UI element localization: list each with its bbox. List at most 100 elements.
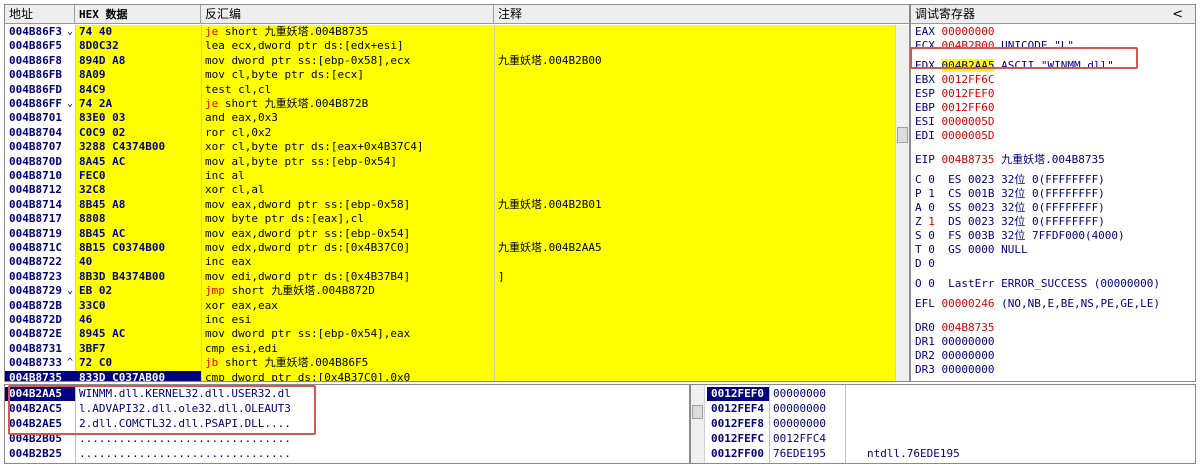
stack-pane[interactable]: 0012FEF0 00000000 0012FEF4 00000000 0012FEF8… [690,384,1196,464]
instruction-address: 004B86F8 [9,53,62,67]
column-header-disassembly[interactable]: 反汇编 [201,5,494,24]
dump-row[interactable]: 004B2AE5 2.dll.COMCTL32.dll.PSAPI.DLL.... [5,417,689,431]
dump-address: 004B2AA5 [9,387,62,400]
disasm-row[interactable]: 004B86F5 8D0C32 lea ecx,dword ptr ds:[edx+… [5,39,897,53]
disasm-row[interactable]: 004B872B 33C0 xor eax,eax [5,299,897,313]
register-line[interactable]: DR1 00000000 [915,335,994,349]
register-line[interactable]: Z 1 DS 0023 32位 0(FFFFFFFF) [915,215,1105,229]
register-value[interactable]: 0000005D [942,129,995,142]
instruction-bytes: 3BF7 [79,341,106,355]
instruction-bytes: FEC0 [79,169,106,182]
register-line[interactable]: D 0 [915,257,935,271]
disassembly-pane[interactable]: 地址 HEX 数据 反汇编 注释 004B86F3 ⌄ 74 40 je short … [4,4,910,382]
stack-row[interactable]: 0012FF00 76EDE195 ntdll.76EDE195 [707,447,1195,461]
register-name: C 0 ES 0023 32位 0(FFFFFFFF) [915,173,1105,186]
register-line[interactable]: EDX 004B2AA5 ASCII "WINMM.dll" [915,59,1114,73]
register-value[interactable]: 004B8735 [942,321,995,334]
register-line[interactable]: EIP 004B8735 九重妖塔.004B8735 [915,153,1105,167]
stack-row[interactable]: 0012FEF0 00000000 [707,387,1195,402]
register-line[interactable]: S 0 FS 003B 32位 7FFDF000(4000) [915,229,1125,243]
instruction-comment: 九重妖塔.004B2B00 [498,53,602,67]
register-line[interactable]: ESI 0000005D [915,115,994,129]
disasm-row[interactable]: 004B872E 8945 AC mov dword ptr ss:[ebp-0x5… [5,327,897,341]
disasm-row[interactable]: 004B8733 ^ 72 C0 jb short 九重妖塔.004B86F5 [5,356,897,370]
stack-value: 00000000 [773,417,826,430]
instruction-bytes: 8B15 C0374B00 [79,241,166,254]
stack-scrollbar[interactable] [691,385,705,463]
register-value[interactable]: 0012FF6C [942,73,995,86]
register-line[interactable]: DR0 004B8735 [915,321,994,335]
disasm-row[interactable]: 004B8704 C0C9 02 ror cl,0x2 [5,126,897,140]
register-value[interactable]: 00000246 [942,297,995,310]
disasm-row[interactable]: 004B8722 40 inc eax [5,255,897,269]
registers-pane[interactable]: 调试寄存器 < EAX 00000000 ECX 004B2B00 UNICODE… [910,4,1196,382]
stack-row[interactable]: 0012FEF8 00000000 [707,417,1195,431]
register-line[interactable]: DR2 00000000 [915,349,994,363]
register-value[interactable]: 004B2AA5 [941,59,995,72]
disasm-row[interactable]: 004B86F8 894D A8 mov dword ptr ss:[ebp-0x5… [5,54,897,68]
column-header-comment[interactable]: 注释 [494,5,909,24]
instruction-text: mov al,byte ptr ss:[ebp-0x54] [205,155,397,169]
stack-row[interactable]: 0012FEF4 00000000 [707,402,1195,416]
register-value[interactable]: 0012FEF0 [942,87,995,100]
disasm-row[interactable]: 004B8707 3288 C4374B00 xor cl,byte ptr ds:… [5,140,897,154]
register-line[interactable]: DR3 00000000 [915,363,994,377]
register-line[interactable]: EBX 0012FF6C [915,73,994,87]
disasm-row[interactable]: 004B8735 833D C037AB00 cmp dword ptr ds:[0… [5,370,897,381]
register-line[interactable]: O 0 LastErr ERROR_SUCCESS (00000000) [915,277,1160,291]
register-line[interactable]: EBP 0012FF60 [915,101,994,115]
branch-mnemonic: je [205,25,219,38]
disasm-row[interactable]: 004B8719 8B45 AC mov eax,dword ptr ss:[ebp… [5,227,897,241]
disasm-row[interactable]: 004B8731 3BF7 cmp esi,edi [5,342,897,356]
instruction-bytes: 8808 [79,212,106,226]
column-header-address[interactable]: 地址 [5,5,75,24]
disassembly-scrollbar[interactable] [895,25,909,381]
disasm-row[interactable]: 004B872D 46 inc esi [5,313,897,327]
disasm-row[interactable]: 004B8729 ⌄ EB 02 jmp short 九重妖塔.004B872D [5,284,897,298]
register-line[interactable]: EAX 00000000 [915,25,994,39]
register-line[interactable]: P 1 CS 001B 32位 0(FFFFFFFF) [915,187,1105,201]
register-name: EFL [915,297,942,310]
register-line[interactable]: ESP 0012FEF0 [915,87,994,101]
disasm-row[interactable]: 004B8701 83E0 03 and eax,0x3 [5,111,897,125]
stack-row[interactable]: 0012FEFC 0012FFC4 [707,432,1195,446]
register-line[interactable]: A 0 SS 0023 32位 0(FFFFFFFF) [915,201,1105,215]
column-header-hex[interactable]: HEX 数据 [75,5,201,24]
register-value[interactable]: 00000000 [942,25,995,38]
dump-row[interactable]: 004B2AA5 WINMM.dll.KERNEL32.dll.USER32.dl [5,387,689,402]
disasm-row[interactable]: 004B86FB 8A09 mov cl,byte ptr ds:[ecx] [5,68,897,82]
dump-row[interactable]: 004B2B25................................ [5,447,689,461]
disasm-row[interactable]: 004B8717 8808 mov byte ptr ds:[eax],cl [5,212,897,226]
disasm-row[interactable]: 004B8714 8B45 A8 mov eax,dword ptr ss:[ebp… [5,198,897,212]
collapse-chevron-icon[interactable]: < [1172,5,1183,24]
register-line[interactable]: EDI 0000005D [915,129,994,143]
disasm-row[interactable]: 004B8710 FEC0 inc al [5,169,897,183]
register-line[interactable]: ECX 004B2B00 UNICODE "L" [915,39,1074,53]
disassembly-body[interactable]: 004B86F3 ⌄ 74 40 je short 九重妖塔.004B8735 004B… [5,25,897,381]
scrollbar-thumb[interactable] [692,405,703,419]
instruction-operands: lea ecx,dword ptr ds:[edx+esi] [205,39,404,53]
dump-row[interactable]: 004B2AC5 l.ADVAPI32.dll.ole32.dll.OLEAUT3 [5,402,689,416]
register-value[interactable]: 0000005D [942,115,995,128]
disasm-row[interactable]: 004B870D 8A45 AC mov al,byte ptr ss:[ebp-0… [5,155,897,169]
register-value[interactable]: 004B8735 [942,153,995,166]
register-value[interactable]: 0012FF60 [942,101,995,114]
instruction-text: mov cl,byte ptr ds:[ecx] [205,68,364,82]
instruction-bytes: 8B45 AC [79,226,126,240]
disasm-row[interactable]: 004B86FD 84C9 test cl,cl [5,83,897,97]
memory-dump-pane[interactable]: 004B2AA5 WINMM.dll.KERNEL32.dll.USER32.dl… [4,384,690,464]
disasm-row[interactable]: 004B86F3 ⌄ 74 40 je short 九重妖塔.004B8735 [5,25,897,39]
instruction-text: mov eax,dword ptr ss:[ebp-0x54] [205,227,410,241]
register-line[interactable]: C 0 ES 0023 32位 0(FFFFFFFF) [915,173,1105,187]
register-value[interactable]: 004B2B00 [942,39,995,52]
register-value[interactable]: 1 [928,215,935,228]
disasm-row[interactable]: 004B871C 8B15 C0374B00 mov edx,dword ptr d… [5,241,897,255]
register-line[interactable]: EFL 00000246 (NO,NB,E,BE,NS,PE,GE,LE) [915,297,1160,311]
scrollbar-thumb[interactable] [897,127,908,143]
register-line[interactable]: T 0 GS 0000 NULL [915,243,1028,257]
disasm-row[interactable]: 004B86FF ⌄ 74 2A je short 九重妖塔.004B872B [5,97,897,111]
disasm-row[interactable]: 004B8723 8B3D B4374B00 mov edi,dword ptr d… [5,270,897,284]
dump-row[interactable]: 004B2B05................................ [5,432,689,446]
disasm-row[interactable]: 004B8712 32C8 xor cl,al [5,183,897,197]
disassembly-header: 地址 HEX 数据 反汇编 注释 [5,5,909,24]
